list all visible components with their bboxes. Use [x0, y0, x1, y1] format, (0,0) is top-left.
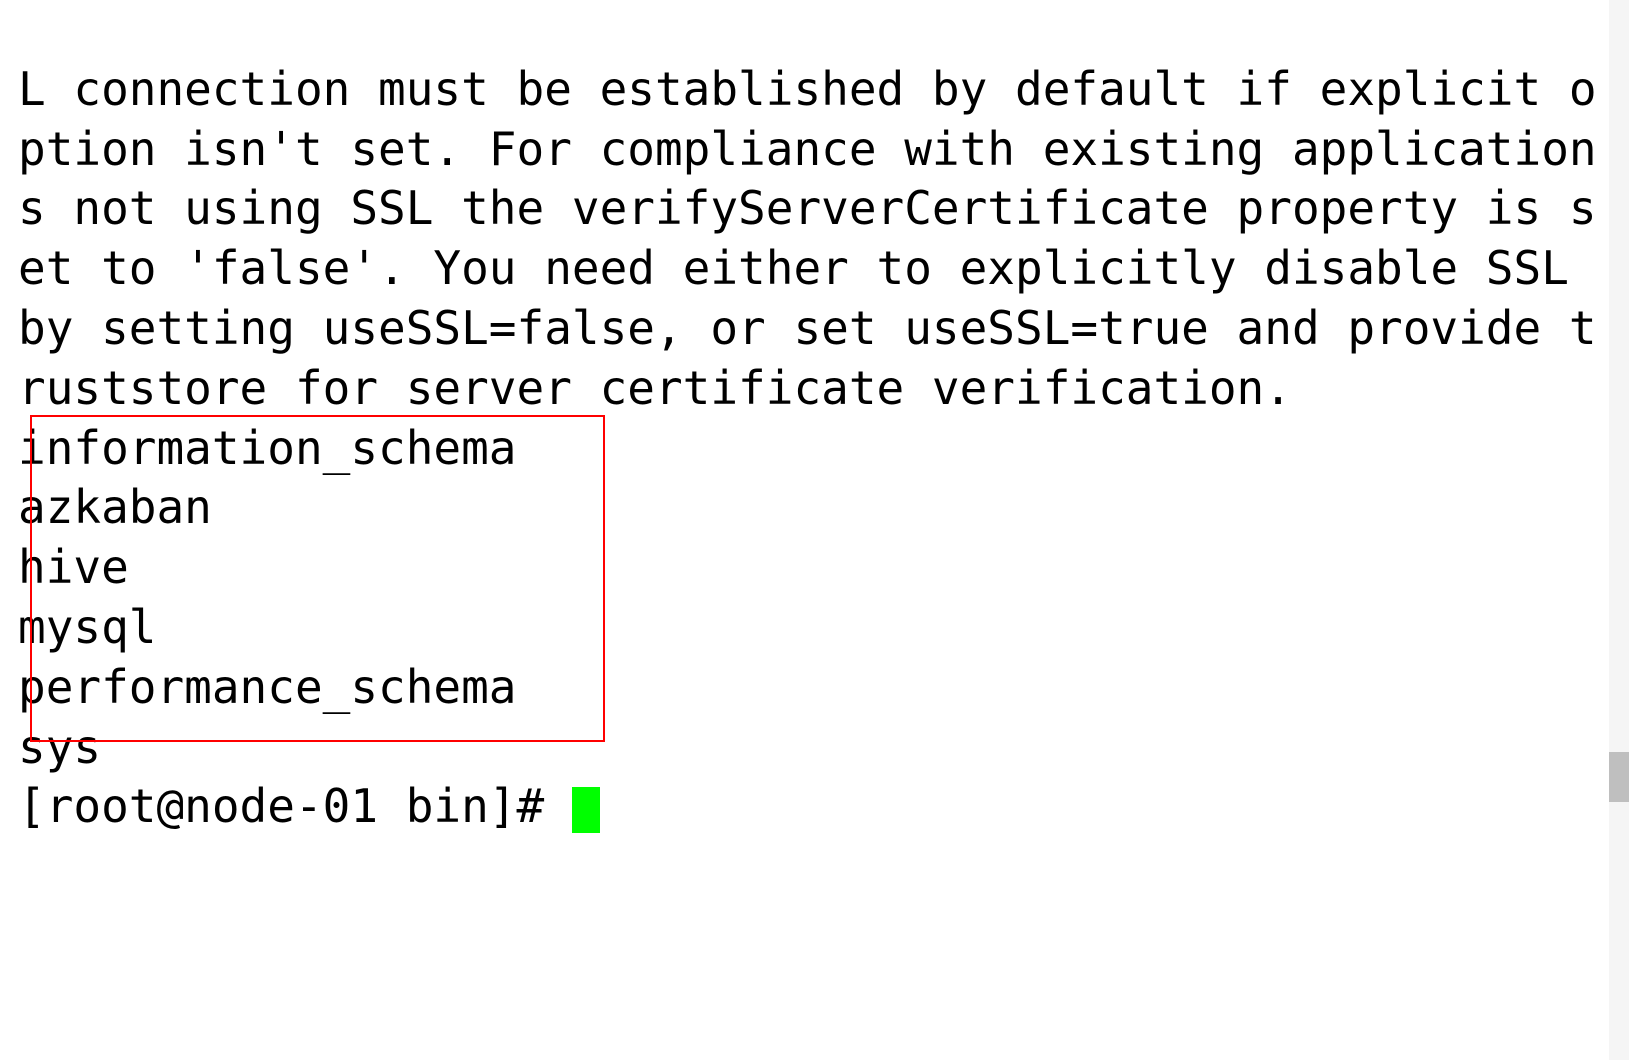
ssl-warning-text: L connection must be established by defa…	[18, 62, 1597, 415]
cursor	[572, 787, 600, 833]
database-list: information_schema azkaban hive mysql pe…	[18, 419, 1605, 778]
db-item: azkaban	[18, 480, 212, 534]
db-item: hive	[18, 540, 129, 594]
terminal-output[interactable]: L connection must be established by defa…	[18, 0, 1605, 837]
shell-prompt: [root@node-01 bin]#	[18, 779, 572, 833]
db-item: information_schema	[18, 421, 517, 475]
db-item: performance_schema	[18, 660, 517, 714]
scrollbar-thumb[interactable]	[1609, 752, 1629, 802]
db-item: mysql	[18, 600, 156, 654]
db-item: sys	[18, 720, 101, 774]
scrollbar-track[interactable]	[1609, 0, 1629, 1060]
